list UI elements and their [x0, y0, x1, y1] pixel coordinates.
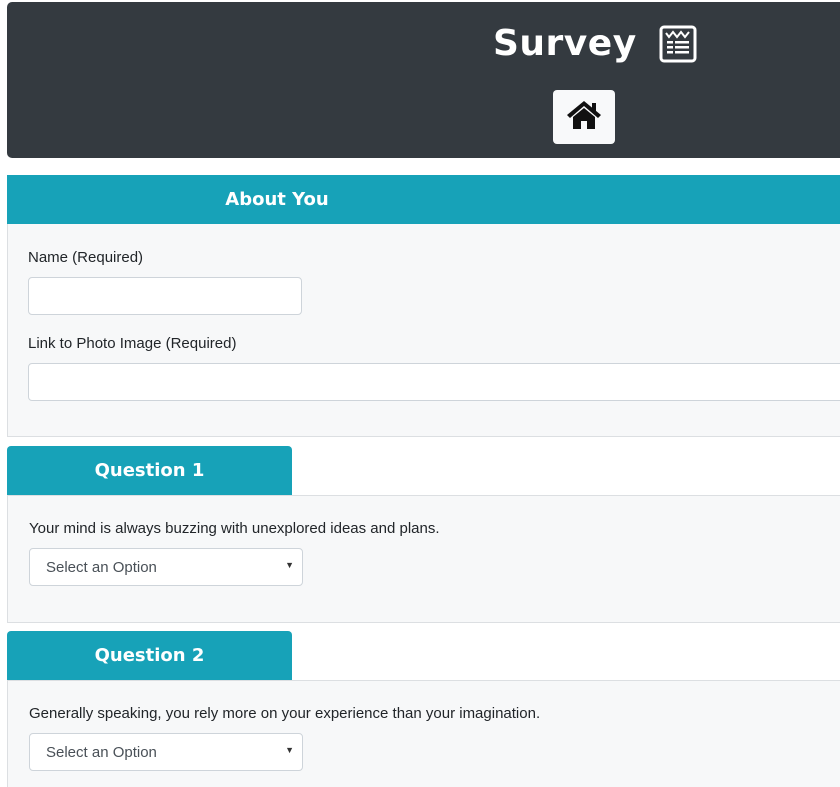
question-1-section: Question 1 Your mind is always buzzing w… [7, 446, 840, 623]
chevron-down-icon: ▼ [285, 745, 294, 755]
title-row: Survey [493, 20, 697, 68]
question-1-body: Your mind is always buzzing with unexplo… [7, 495, 840, 623]
question-2-heading: Question 2 [7, 631, 292, 680]
about-you-heading-text: About You [225, 189, 329, 210]
about-you-section: About You Name (Required) Link to Photo … [7, 175, 840, 437]
home-button[interactable] [553, 90, 615, 144]
photo-link-input[interactable] [28, 363, 840, 401]
question-1-select[interactable]: Select an Option ▼ [29, 548, 303, 586]
photo-link-label: Link to Photo Image (Required) [28, 335, 237, 352]
survey-list-icon [659, 25, 697, 63]
question-2-body: Generally speaking, you rely more on you… [7, 680, 840, 787]
survey-page: Survey About You Name (Required) Link to… [0, 0, 840, 787]
page-title: Survey [493, 23, 637, 64]
chevron-down-icon: ▼ [285, 560, 294, 570]
question-2-selected-value: Select an Option [46, 743, 157, 761]
home-icon [566, 99, 602, 135]
question-2-select[interactable]: Select an Option ▼ [29, 733, 303, 771]
question-2-section: Question 2 Generally speaking, you rely … [7, 631, 840, 787]
name-input[interactable] [28, 277, 302, 315]
question-1-selected-value: Select an Option [46, 558, 157, 576]
page-header: Survey [7, 2, 840, 158]
about-you-heading: About You [7, 175, 840, 224]
question-1-heading: Question 1 [7, 446, 292, 495]
question-2-text: Generally speaking, you rely more on you… [29, 705, 541, 722]
name-label: Name (Required) [28, 249, 144, 266]
question-1-text: Your mind is always buzzing with unexplo… [29, 520, 440, 537]
